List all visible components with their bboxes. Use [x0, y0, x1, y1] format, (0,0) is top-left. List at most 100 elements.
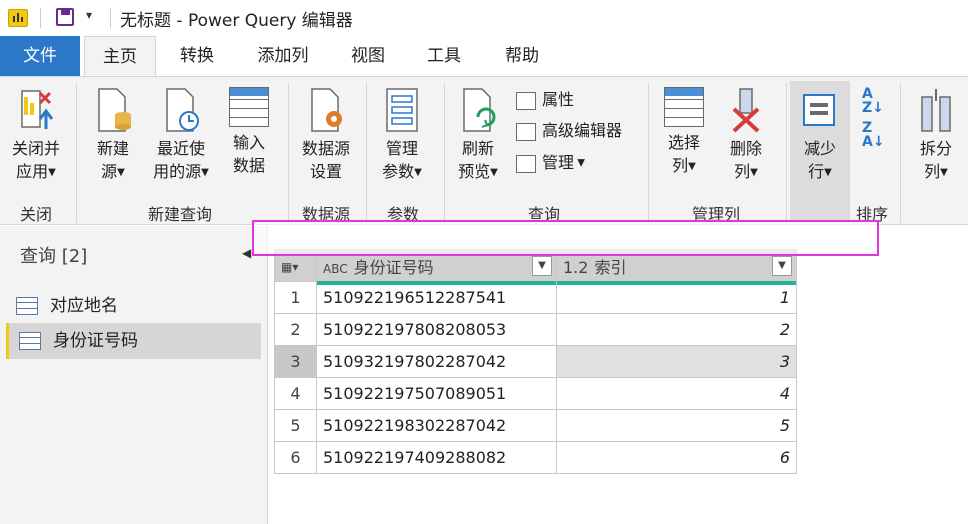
sort-ascending-icon[interactable]: A Z↓ [862, 87, 884, 115]
table-row[interactable]: 6 510922197409288082 6 [274, 441, 797, 474]
enter-data-label-2: 数据 [232, 156, 265, 175]
query-item-label: 对应地名 [50, 296, 118, 316]
group-divider [76, 83, 77, 223]
table-row[interactable]: 5 510922198302287042 5 [274, 409, 797, 442]
power-bi-icon [8, 9, 28, 27]
decimal-type-icon[interactable]: 1.2 [563, 258, 588, 277]
manage-icon [516, 154, 536, 173]
refresh-preview-label-1: 刷新 [461, 139, 494, 158]
row-number[interactable]: 2 [274, 313, 317, 346]
manage-parameters-label-2: 参数 [382, 162, 415, 181]
query-item-label: 身份证号码 [53, 331, 138, 351]
cell-index[interactable]: 3 [556, 345, 797, 378]
data-grid: ▦▾ ABC 身份证号码 ▼ 1.2 索引 ▼ 1 5109221965122875… [274, 249, 797, 474]
column-title: 身份证号码 [353, 257, 434, 277]
close-apply-button[interactable]: 关闭并 应用▼ [6, 87, 66, 184]
ribbon-tabs: 文件 主页 转换 添加列 视图 工具 帮助 [0, 36, 968, 76]
chevron-down-icon: ▼ [824, 167, 832, 178]
advanced-editor-button[interactable]: 高级编辑器 [516, 120, 622, 142]
cell-index[interactable]: 2 [556, 313, 797, 346]
manage-button[interactable]: 管理 ▼ [516, 152, 585, 175]
new-source-icon [93, 87, 133, 133]
table-icon [19, 332, 41, 350]
row-number[interactable]: 6 [274, 441, 317, 474]
remove-columns-button[interactable]: 删除 列▼ [718, 87, 774, 184]
cell-id[interactable]: 510922198302287042 [316, 409, 557, 442]
reduce-rows-icon [800, 87, 840, 133]
recent-sources-button[interactable]: 最近使 用的源▼ [146, 87, 216, 184]
group-divider [444, 83, 445, 223]
cell-id[interactable]: 510922197507089051 [316, 377, 557, 410]
enter-data-button[interactable]: 输入 数据 [222, 87, 276, 177]
refresh-preview-button[interactable]: 刷新 预览▼ [450, 87, 506, 184]
tab-tools[interactable]: 工具 [420, 36, 468, 76]
advanced-editor-icon [516, 122, 536, 141]
group-divider [900, 83, 901, 223]
table-row[interactable]: 3 510932197802287042 3 [274, 345, 797, 378]
refresh-icon [458, 87, 498, 133]
reduce-rows-button[interactable]: 减少 行▼ [790, 81, 850, 221]
data-source-settings-label-2: 设置 [309, 162, 342, 181]
chevron-down-icon: ▼ [688, 161, 696, 172]
formula-bar-highlight[interactable] [252, 220, 879, 256]
group-divider [648, 83, 649, 223]
column-quality-bar [557, 281, 796, 285]
chevron-down-icon: ▼ [574, 157, 585, 169]
data-source-settings-label-1: 数据源 [301, 139, 350, 158]
row-number[interactable]: 1 [274, 281, 317, 314]
properties-button[interactable]: 属性 [516, 89, 574, 111]
cell-id[interactable]: 510922197409288082 [316, 441, 557, 474]
cell-index[interactable]: 4 [556, 377, 797, 410]
group-divider [366, 83, 367, 223]
row-number[interactable]: 4 [274, 377, 317, 410]
filter-dropdown-icon[interactable]: ▼ [772, 256, 792, 276]
cell-index[interactable]: 5 [556, 409, 797, 442]
filter-dropdown-icon[interactable]: ▼ [532, 256, 552, 276]
close-apply-label-1: 关闭并 [11, 139, 60, 158]
reduce-rows-label-2: 行 [808, 162, 825, 181]
remove-columns-label-1: 删除 [729, 139, 762, 158]
enter-data-label-1: 输入 [232, 133, 265, 152]
row-number[interactable]: 5 [274, 409, 317, 442]
chevron-down-icon: ▼ [201, 167, 209, 178]
manage-parameters-button[interactable]: 管理 参数▼ [374, 87, 430, 184]
recent-sources-icon [161, 87, 201, 133]
row-number[interactable]: 3 [274, 345, 317, 378]
data-source-settings-button[interactable]: 数据源 设置 [294, 87, 358, 183]
properties-icon [516, 91, 536, 110]
quick-access-dropdown-icon[interactable]: ▾ [86, 8, 92, 22]
query-item-id-numbers[interactable]: 身份证号码 [6, 323, 261, 359]
tab-help[interactable]: 帮助 [496, 36, 548, 76]
table-row[interactable]: 2 510922197808208053 2 [274, 313, 797, 346]
table-icon [16, 297, 38, 315]
manage-label: 管理 [542, 153, 575, 172]
text-type-icon[interactable]: ABC [323, 262, 348, 276]
new-source-button[interactable]: 新建 源▼ [88, 87, 138, 184]
choose-columns-button[interactable]: 选择 列▼ [656, 87, 712, 178]
cell-id[interactable]: 510922196512287541 [316, 281, 557, 314]
split-column-icon [916, 87, 956, 133]
close-apply-label-2: 应用 [16, 162, 49, 181]
cell-index[interactable]: 1 [556, 281, 797, 314]
split-column-button[interactable]: 拆分 列▼ [908, 87, 964, 184]
sort-descending-icon[interactable]: Z A↓ [862, 121, 885, 149]
cell-id[interactable]: 510932197802287042 [316, 345, 557, 378]
save-icon[interactable] [56, 8, 74, 26]
cell-id[interactable]: 510922197808208053 [316, 313, 557, 346]
tab-add-column[interactable]: 添加列 [248, 36, 318, 76]
cell-index[interactable]: 6 [556, 441, 797, 474]
query-item-places[interactable]: 对应地名 [6, 288, 261, 324]
tab-transform[interactable]: 转换 [172, 36, 222, 76]
table-row[interactable]: 4 510922197507089051 4 [274, 377, 797, 410]
chevron-down-icon: ▼ [117, 167, 125, 178]
reduce-rows-label-1: 减少 [803, 139, 836, 158]
tab-home[interactable]: 主页 [84, 36, 156, 76]
choose-columns-icon [664, 87, 704, 127]
ribbon: 关闭并 应用▼ 关闭 新建 源▼ 最近使 用的源▼ 输入 数据 新建查询 数据源… [0, 76, 968, 225]
table-row[interactable]: 1 510922196512287541 1 [274, 281, 797, 314]
tab-file[interactable]: 文件 [0, 36, 80, 76]
tab-view[interactable]: 视图 [344, 36, 392, 76]
manage-parameters-label-1: 管理 [385, 139, 418, 158]
collapse-pane-icon[interactable]: ◀ [242, 246, 251, 260]
group-divider [786, 83, 787, 223]
